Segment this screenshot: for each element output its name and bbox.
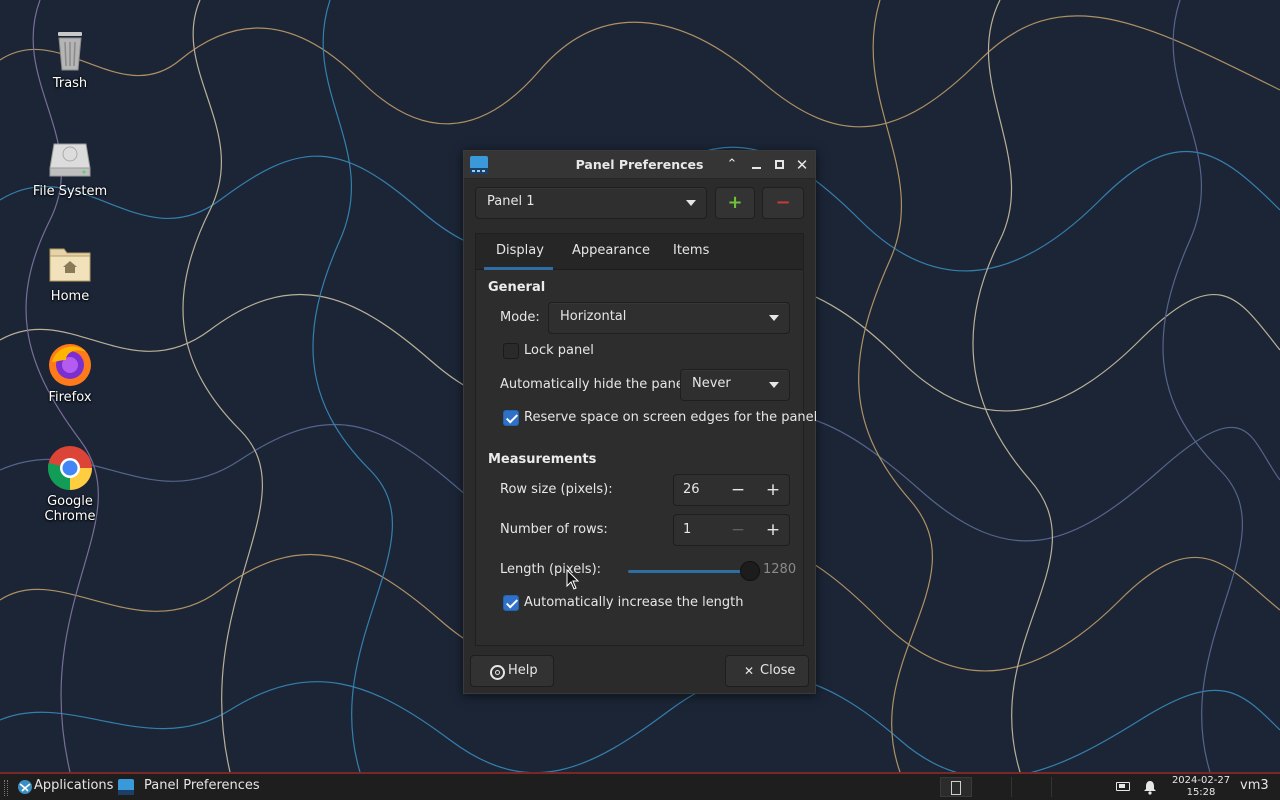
mode-label: Mode: <box>500 310 540 325</box>
mouse-cursor-icon <box>566 569 580 590</box>
task-panel-preferences[interactable]: Panel Preferences <box>114 774 264 800</box>
add-panel-button[interactable]: + <box>715 187 755 219</box>
rows-label: Number of rows: <box>500 522 608 537</box>
row-size-label: Row size (pixels): <box>500 482 613 497</box>
clock[interactable]: 2024-02-27 15:28 <box>1168 775 1234 799</box>
clock-time: 15:28 <box>1186 787 1216 798</box>
drive-icon <box>46 134 94 182</box>
workspace-4[interactable] <box>1060 777 1092 797</box>
panel-select-value: Panel 1 <box>487 194 535 209</box>
auto-length-checkbox[interactable] <box>503 595 519 611</box>
autohide-select-value: Never <box>692 376 731 391</box>
general-heading: General <box>488 280 546 295</box>
rows-spinner: 1 − + <box>673 514 790 546</box>
desktop-icon-label: Firefox <box>48 390 92 405</box>
active-tab-indicator <box>484 267 553 270</box>
auto-length-label: Automatically increase the length <box>524 595 744 610</box>
help-icon <box>490 665 505 680</box>
panel-app-icon <box>118 779 134 795</box>
tab-display[interactable]: Display <box>496 243 544 258</box>
clock-date: 2024-02-27 <box>1171 775 1231 786</box>
chevron-up-icon: ⌃ <box>726 157 738 172</box>
tab-items[interactable]: Items <box>673 243 709 258</box>
close-icon: ✕ <box>744 664 755 678</box>
chevron-down-icon <box>769 315 779 321</box>
workspace-1[interactable] <box>940 777 972 797</box>
lock-panel-checkbox[interactable] <box>503 343 519 359</box>
applications-menu-button[interactable]: Applications <box>16 774 114 800</box>
tab-bar: Display Appearance Items <box>476 234 803 270</box>
row-size-increment-button[interactable]: + <box>761 478 785 502</box>
desktop-icon-firefox[interactable]: Firefox <box>20 340 120 405</box>
measurements-heading: Measurements <box>488 452 597 467</box>
help-button[interactable]: Help <box>470 655 554 687</box>
desktop-icon-home[interactable]: Home <box>20 239 120 304</box>
close-icon: ✕ <box>795 156 809 174</box>
reserve-space-label: Reserve space on screen edges for the pa… <box>524 410 818 425</box>
chevron-down-icon <box>686 200 696 206</box>
mode-select-value: Horizontal <box>560 309 627 324</box>
maximize-icon <box>774 160 784 169</box>
window-titlebar[interactable]: Panel Preferences ⌃ ✕ <box>464 151 815 179</box>
maximize-button[interactable] <box>770 156 788 174</box>
chevron-down-icon <box>769 382 779 388</box>
close-label: Close <box>760 663 796 678</box>
minus-icon: − <box>775 192 791 213</box>
desktop-icon-label: Trash <box>52 76 88 91</box>
notification-bell-icon[interactable] <box>1143 780 1157 795</box>
close-button[interactable]: ✕ Close <box>725 655 809 687</box>
home-folder-icon <box>46 239 94 287</box>
workspace-switcher[interactable] <box>940 777 1100 799</box>
desktop-icon-label: File System <box>32 184 108 199</box>
row-size-spinner: 26 − + <box>673 474 790 506</box>
panel-select[interactable]: Panel 1 <box>475 187 707 219</box>
taskbar: Applications Panel Preferences 2024-02-2… <box>0 772 1280 800</box>
length-slider-handle[interactable] <box>740 561 760 581</box>
minimize-icon <box>751 167 761 169</box>
firefox-icon <box>46 340 94 388</box>
lock-panel-label: Lock panel <box>524 343 594 358</box>
length-value: 1280 <box>763 562 797 577</box>
minimize-button[interactable] <box>747 156 765 174</box>
help-label: Help <box>508 663 538 678</box>
taskbar-handle[interactable] <box>4 780 8 796</box>
chrome-icon <box>46 444 94 492</box>
tab-appearance[interactable]: Appearance <box>572 243 650 258</box>
workspace-name[interactable]: vm3 <box>1240 778 1269 793</box>
applications-label: Applications <box>34 778 114 793</box>
desktop-icon-trash[interactable]: Trash <box>20 26 120 91</box>
workspace-2[interactable] <box>980 777 1012 797</box>
autohide-label: Automatically hide the panel: <box>500 377 692 392</box>
close-window-button[interactable]: ✕ <box>793 156 811 174</box>
rows-increment-button[interactable]: + <box>761 518 785 542</box>
desktop-icon-file-system[interactable]: File System <box>20 134 120 199</box>
plus-icon: + <box>727 192 743 213</box>
trash-icon <box>46 26 94 74</box>
desktop-icon-label: Home <box>50 289 90 304</box>
workspace-3[interactable] <box>1020 777 1052 797</box>
reserve-space-checkbox[interactable] <box>503 410 519 426</box>
row-size-decrement-button[interactable]: − <box>726 478 750 502</box>
task-label: Panel Preferences <box>144 778 260 793</box>
desktop-icon-chrome[interactable]: Google Chrome <box>20 444 120 524</box>
shade-button[interactable]: ⌃ <box>723 156 741 174</box>
rows-decrement-button[interactable]: − <box>726 518 750 542</box>
desktop-icon-label: Google Chrome <box>44 494 96 524</box>
battery-icon[interactable] <box>1116 782 1130 791</box>
mode-select[interactable]: Horizontal <box>548 302 790 334</box>
rows-value[interactable]: 1 <box>683 522 691 537</box>
remove-panel-button[interactable]: − <box>762 187 804 219</box>
length-label: Length (pixels): <box>500 562 602 577</box>
xfce-mouse-icon <box>18 780 32 794</box>
autohide-select[interactable]: Never <box>680 369 790 401</box>
row-size-value[interactable]: 26 <box>683 482 700 497</box>
length-slider-track[interactable] <box>628 570 750 573</box>
